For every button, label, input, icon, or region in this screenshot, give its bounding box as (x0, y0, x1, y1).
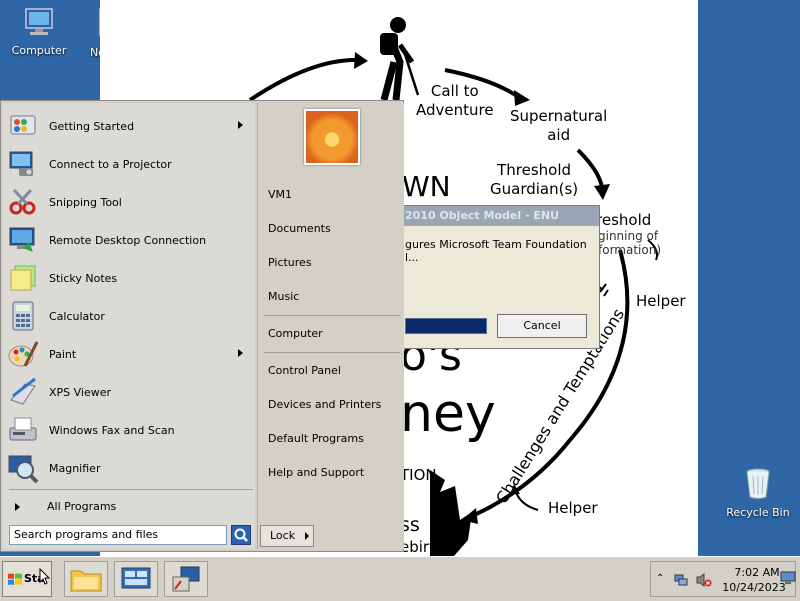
computer-icon (25, 8, 53, 35)
xps-viewer-icon (10, 377, 36, 405)
label-threshold: reshold (596, 211, 652, 229)
program-getting-started[interactable]: Getting Started (7, 107, 253, 145)
program-fax-scan[interactable]: Windows Fax and Scan (7, 411, 253, 449)
taskbar-server-manager-button[interactable] (114, 561, 158, 597)
places-item-default-programs[interactable]: Default Programs (268, 429, 400, 449)
label-threshold-sub1: ginning of (598, 229, 659, 243)
program-label: Remote Desktop Connection (49, 233, 207, 247)
program-label: Connect to a Projector (49, 157, 172, 171)
show-desktop-button[interactable] (780, 571, 796, 585)
lock-options-arrow-icon[interactable] (305, 532, 309, 540)
program-magnifier[interactable]: Magnifier (7, 449, 253, 487)
snipping-tool-icon (9, 188, 36, 215)
clock-time[interactable]: 7:02 AM (729, 566, 785, 579)
label-helper-bottom: Helper (548, 499, 598, 517)
all-programs-label: All Programs (47, 500, 117, 513)
taskbar-explorer-button[interactable] (64, 561, 108, 597)
places-item-devices-printers[interactable]: Devices and Printers (268, 395, 400, 415)
places-separator (264, 315, 400, 316)
places-item-user[interactable]: VM1 (268, 185, 400, 205)
taskbar-installer-button[interactable] (164, 561, 208, 597)
submenu-arrow-icon (238, 121, 243, 129)
program-paint[interactable]: Paint (7, 335, 253, 373)
places-item-help-support[interactable]: Help and Support (268, 463, 400, 483)
program-calculator[interactable]: Calculator (7, 297, 253, 335)
label-ebirth: ebirth (400, 538, 445, 556)
start-menu-places-panel: VM1 Documents Pictures Music Computer Co… (257, 103, 404, 549)
projector-icon (9, 151, 33, 176)
fax-scan-icon (9, 417, 37, 441)
volume-muted-icon[interactable] (695, 572, 713, 588)
lock-button[interactable]: Lock (260, 525, 314, 547)
program-xps-viewer[interactable]: XPS Viewer (7, 373, 253, 411)
submenu-arrow-icon (238, 349, 243, 357)
server-manager-icon (121, 567, 151, 589)
program-label: Snipping Tool (49, 195, 122, 209)
getting-started-icon (10, 115, 36, 135)
user-picture-avatar[interactable] (304, 109, 360, 165)
install-progress-bar (405, 318, 487, 334)
desktop-icon-label: Recycle Bin (726, 506, 790, 519)
program-remote-desktop[interactable]: Remote Desktop Connection (7, 221, 253, 259)
mouse-cursor-icon (39, 568, 51, 585)
label-supernatural-aid: Supernatural aid (510, 107, 608, 144)
install-dialog-message: gures Microsoft Team Foundation l... (405, 238, 587, 264)
program-label: Calculator (49, 309, 105, 323)
program-connect-projector[interactable]: Connect to a Projector (7, 145, 253, 183)
calculator-icon (12, 301, 34, 331)
label-tion: TION (400, 466, 437, 484)
program-label: Magnifier (49, 461, 101, 475)
lock-label: Lock (270, 529, 296, 542)
desktop-icon-recycle-bin[interactable]: Recycle Bin (722, 466, 794, 519)
start-menu: Getting Started Connect to a Projector S… (0, 100, 404, 552)
programs-separator (9, 489, 253, 490)
network-icon[interactable] (673, 572, 689, 588)
program-snipping-tool[interactable]: Snipping Tool (7, 183, 253, 221)
places-item-pictures[interactable]: Pictures (268, 253, 400, 273)
monitor-icon (780, 571, 796, 584)
windows-logo-icon (8, 573, 22, 585)
program-label: Paint (49, 347, 77, 361)
show-hidden-icons-icon[interactable]: ⌃ (656, 573, 664, 584)
cancel-button[interactable]: Cancel (497, 314, 587, 338)
magnifier-icon (8, 455, 39, 484)
places-item-documents[interactable]: Documents (268, 219, 400, 239)
desktop-icon-computer[interactable]: Computer (3, 6, 75, 57)
sticky-notes-icon (10, 265, 36, 291)
start-menu-programs-panel: Getting Started Connect to a Projector S… (3, 103, 255, 549)
system-tray: ⌃ 7:02 AM 10/24/2023 (650, 561, 796, 597)
hiker-icon (380, 17, 420, 101)
recycle-bin-icon (746, 468, 770, 499)
all-programs-arrow-icon (15, 503, 20, 511)
clock-date[interactable]: 10/24/2023 (721, 581, 787, 594)
program-label: Sticky Notes (49, 271, 118, 285)
label-helper-top: Helper (636, 292, 686, 310)
places-item-computer[interactable]: Computer (268, 324, 400, 344)
places-separator (264, 352, 400, 353)
label-call-to-adventure: Call to Adventure (416, 82, 494, 119)
desktop-icon-label: Computer (11, 44, 67, 57)
label-threshold-guardians: Threshold Guardian(s) (490, 161, 579, 198)
search-icon (234, 528, 248, 542)
program-label: XPS Viewer (49, 385, 112, 399)
all-programs-button[interactable]: All Programs (7, 497, 253, 517)
remote-desktop-icon (9, 227, 35, 252)
program-label: Windows Fax and Scan (49, 423, 175, 437)
paint-icon (8, 341, 39, 367)
taskbar: Sta ⌃ 7:02 AM 10/24/2023 (0, 556, 800, 601)
program-label: Getting Started (49, 119, 135, 133)
start-button[interactable]: Sta (2, 561, 52, 597)
search-button[interactable] (231, 525, 251, 545)
places-item-control-panel[interactable]: Control Panel (268, 361, 400, 381)
program-sticky-notes[interactable]: Sticky Notes (7, 259, 253, 297)
folder-icon (70, 570, 102, 592)
label-threshold-sub2: formation) (598, 243, 661, 257)
label-ney: ney (400, 384, 496, 444)
installer-icon (172, 566, 200, 592)
label-wn: WN (402, 170, 451, 203)
places-item-music[interactable]: Music (268, 287, 400, 307)
search-input[interactable]: Search programs and files (9, 525, 227, 545)
